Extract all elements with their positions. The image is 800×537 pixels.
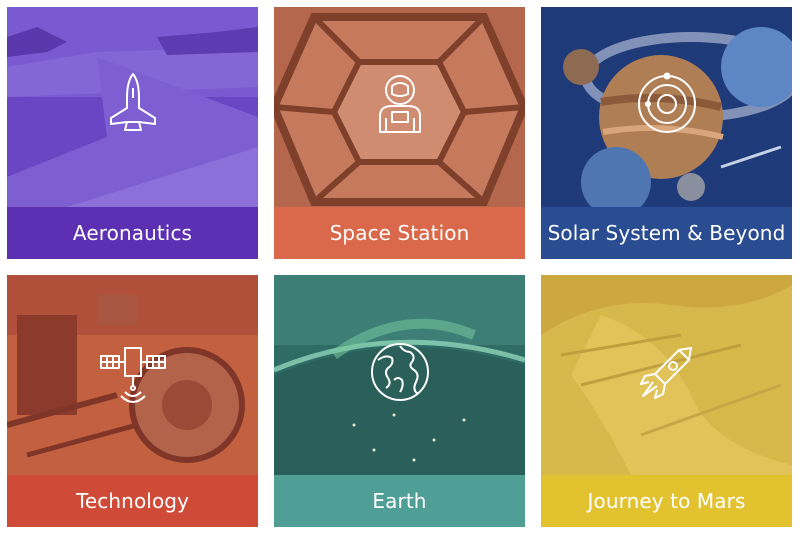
- orbit-icon: [631, 68, 703, 140]
- tile-label: Space Station: [274, 207, 525, 259]
- tile-label: Earth: [274, 475, 525, 527]
- tile-earth[interactable]: Earth: [274, 275, 525, 527]
- tile-label: Solar System & Beyond: [541, 207, 792, 259]
- globe-icon: [364, 336, 436, 408]
- astronaut-icon: [364, 68, 436, 140]
- tile-technology[interactable]: Technology: [7, 275, 258, 527]
- tile-solar-system-and-beyond[interactable]: Solar System & Beyond: [541, 7, 792, 259]
- tile-label: Aeronautics: [7, 207, 258, 259]
- rocket-icon: [631, 336, 703, 408]
- tile-label: Technology: [7, 475, 258, 527]
- tile-journey-to-mars[interactable]: Journey to Mars: [541, 275, 792, 527]
- space-shuttle-icon: [97, 68, 169, 140]
- satellite-icon: [97, 336, 169, 408]
- tile-space-station[interactable]: Space Station: [274, 7, 525, 259]
- tile-aeronautics[interactable]: Aeronautics: [7, 7, 258, 259]
- tile-label: Journey to Mars: [541, 475, 792, 527]
